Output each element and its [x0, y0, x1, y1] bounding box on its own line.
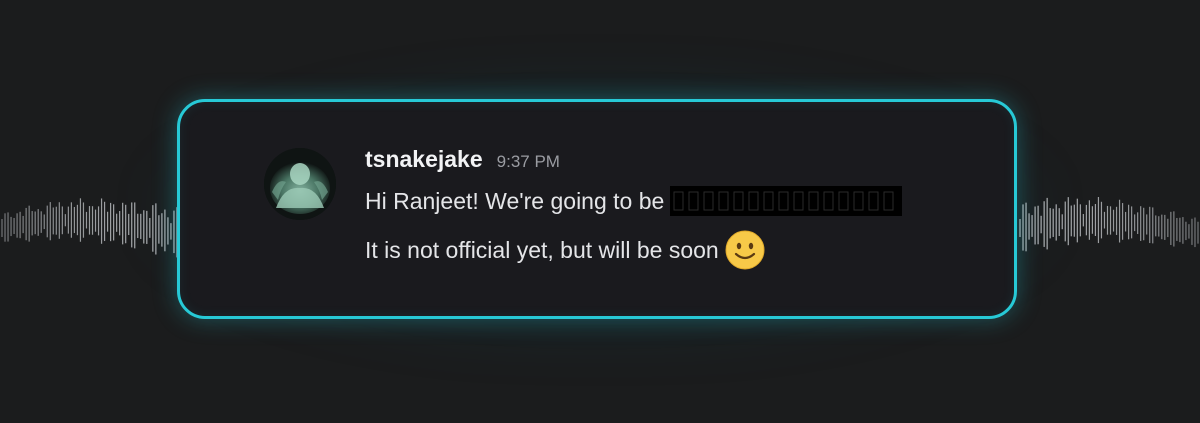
redaction-glyph: [778, 191, 789, 211]
redaction-glyph: [733, 191, 744, 211]
user-avatar[interactable]: [264, 148, 336, 220]
redaction-glyph: [748, 191, 759, 211]
sound-wave-left: [1, 198, 181, 258]
redaction-glyph: [853, 191, 864, 211]
username[interactable]: tsnakejake: [365, 146, 483, 173]
message-line-1: Hi Ranjeet! We're going to be: [365, 186, 985, 216]
redaction-glyph: [883, 191, 894, 211]
message-line-2: It is not official yet, but will be soon: [365, 230, 985, 270]
redaction-glyph: [868, 191, 879, 211]
redaction-glyph: [688, 191, 699, 211]
message-text-1: Hi Ranjeet! We're going to be: [365, 188, 665, 214]
redaction-glyph: [703, 191, 714, 211]
redaction-glyph: [793, 191, 804, 211]
redacted-text-block: [670, 186, 903, 216]
message-body: tsnakejake 9:37 PM Hi Ranjeet! We're goi…: [365, 146, 985, 270]
redaction-glyph: [838, 191, 849, 211]
timestamp[interactable]: 9:37 PM: [497, 152, 560, 172]
redaction-glyph: [718, 191, 729, 211]
redaction-glyph: [763, 191, 774, 211]
message-header: tsnakejake 9:37 PM: [365, 146, 985, 180]
slightly-smiling-face-icon: [725, 230, 765, 270]
redaction-glyph: [808, 191, 819, 211]
message-text-2: It is not official yet, but will be soon: [365, 237, 719, 263]
redaction-glyph: [823, 191, 834, 211]
message-card: tsnakejake 9:37 PM Hi Ranjeet! We're goi…: [177, 99, 1017, 319]
redaction-glyph: [673, 191, 684, 211]
sound-wave-right: [1019, 196, 1199, 252]
avatar-image: [264, 148, 336, 220]
